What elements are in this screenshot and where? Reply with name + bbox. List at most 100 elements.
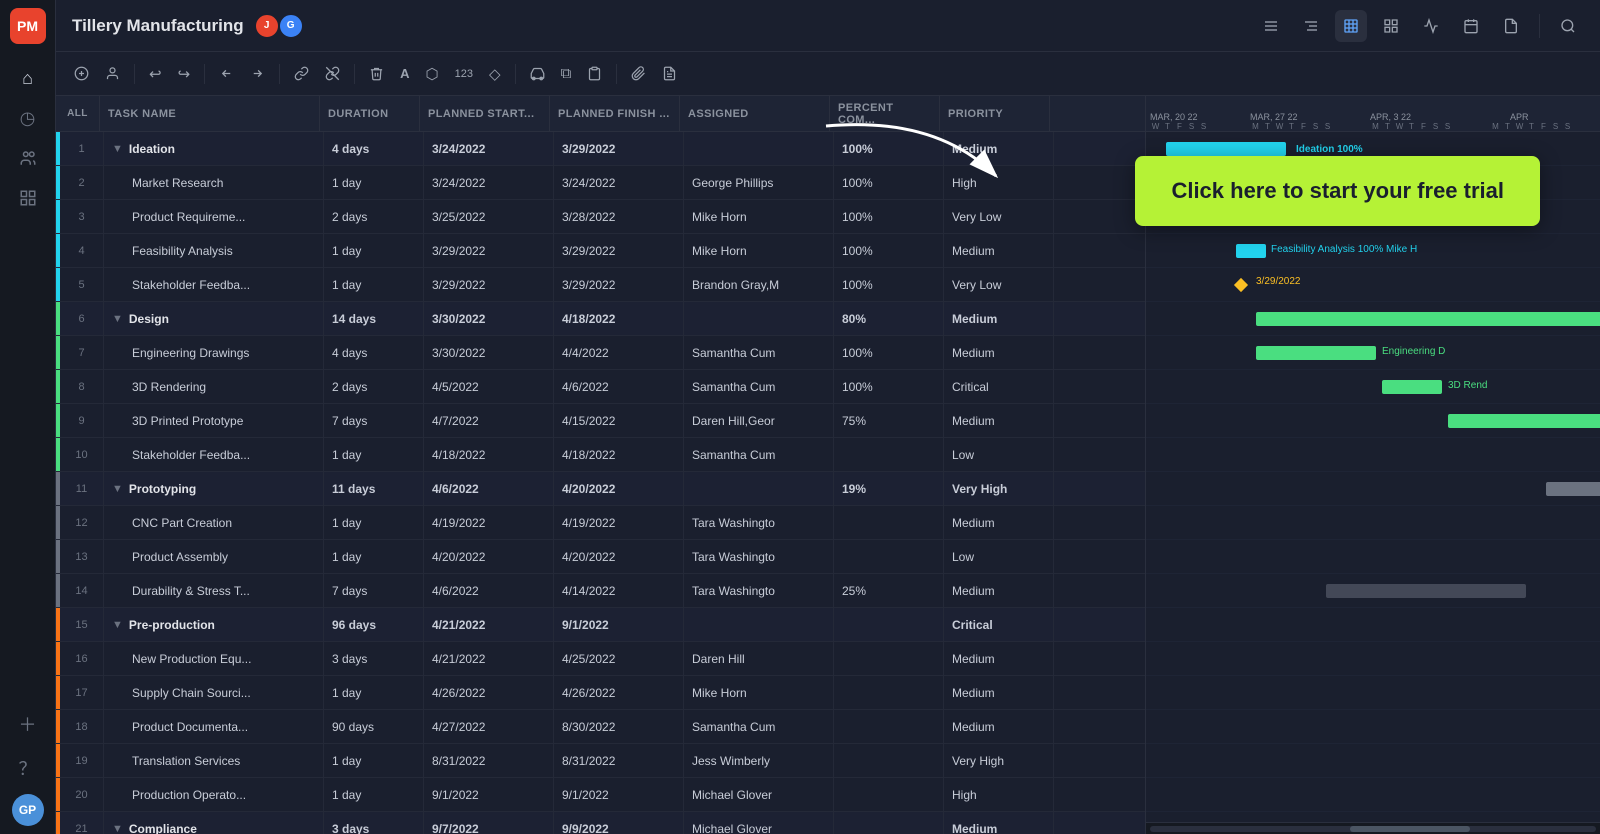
th-task[interactable]: TASK NAME — [100, 96, 320, 131]
row-priority: Medium — [944, 506, 1054, 539]
sidebar-item-home[interactable]: ⌂ — [10, 60, 46, 96]
avatar-user1[interactable]: J — [254, 13, 280, 39]
row-num: 5 — [60, 268, 104, 301]
row-assigned: Samantha Cum — [684, 370, 834, 403]
app-logo[interactable]: PM — [10, 8, 46, 44]
row-num: 17 — [60, 676, 104, 709]
row-finish: 3/28/2022 — [554, 200, 684, 233]
diamond-btn[interactable]: ◇ — [483, 61, 507, 87]
font-btn[interactable]: A — [394, 62, 415, 85]
row-num: 14 — [60, 574, 104, 607]
table-row[interactable]: 3 Product Requireme... 2 days 3/25/2022 … — [56, 200, 1145, 234]
delete-btn[interactable] — [363, 62, 390, 85]
table-row[interactable]: 2 Market Research 1 day 3/24/2022 3/24/2… — [56, 166, 1145, 200]
add-user-btn[interactable] — [99, 62, 126, 85]
table-row[interactable]: 16 New Production Equ... 3 days 4/21/202… — [56, 642, 1145, 676]
row-task: ▼Prototyping — [104, 472, 324, 505]
link-btn[interactable] — [288, 62, 315, 85]
row-assigned — [684, 302, 834, 335]
horizontal-scrollbar[interactable] — [1146, 822, 1600, 834]
copy-btn[interactable]: ⧉ — [555, 61, 578, 86]
th-priority[interactable]: PRIORITY — [940, 96, 1050, 131]
table-row[interactable]: 13 Product Assembly 1 day 4/20/2022 4/20… — [56, 540, 1145, 574]
number-btn[interactable]: 123 — [449, 64, 479, 84]
table-row[interactable]: 17 Supply Chain Sourci... 1 day 4/26/202… — [56, 676, 1145, 710]
free-trial-banner[interactable]: Click here to start your free trial — [1135, 156, 1540, 226]
undo-btn[interactable]: ↩ — [143, 61, 168, 87]
table-row[interactable]: 7 Engineering Drawings 4 days 3/30/2022 … — [56, 336, 1145, 370]
attach-btn[interactable] — [625, 62, 652, 85]
scrollbar-thumb[interactable] — [1350, 826, 1470, 832]
row-finish: 8/31/2022 — [554, 744, 684, 777]
redo-btn[interactable]: ↪ — [172, 61, 197, 87]
sidebar-item-team[interactable] — [10, 140, 46, 176]
row-duration: 90 days — [324, 710, 424, 743]
row-num: 21 — [60, 812, 104, 834]
row-start: 3/30/2022 — [424, 302, 554, 335]
th-duration[interactable]: DURATION — [320, 96, 420, 131]
table-view-btn[interactable] — [1335, 10, 1367, 42]
row-start: 9/7/2022 — [424, 812, 554, 834]
table-row[interactable]: 8 3D Rendering 2 days 4/5/2022 4/6/2022 … — [56, 370, 1145, 404]
doc-view-btn[interactable] — [1495, 10, 1527, 42]
table-row[interactable]: 9 3D Printed Prototype 7 days 4/7/2022 4… — [56, 404, 1145, 438]
table-row[interactable]: 6 ▼Design 14 days 3/30/2022 4/18/2022 80… — [56, 302, 1145, 336]
table-row[interactable]: 20 Production Operato... 1 day 9/1/2022 … — [56, 778, 1145, 812]
user-avatar[interactable]: GP — [12, 794, 44, 826]
sidebar-item-help[interactable]: ？ — [10, 750, 46, 786]
row-percent: 80% — [834, 302, 944, 335]
search-btn[interactable] — [1552, 10, 1584, 42]
sidebar-item-recent[interactable]: ◷ — [10, 100, 46, 136]
chart-view-btn[interactable] — [1415, 10, 1447, 42]
row-finish: 4/20/2022 — [554, 540, 684, 573]
table-row[interactable]: 10 Stakeholder Feedba... 1 day 4/18/2022… — [56, 438, 1145, 472]
toolbar-sep-2 — [204, 64, 205, 84]
paste-btn[interactable] — [581, 62, 608, 85]
calendar-view-btn[interactable] — [1455, 10, 1487, 42]
row-task: ▼Ideation — [104, 132, 324, 165]
table-row[interactable]: 18 Product Documenta... 90 days 4/27/202… — [56, 710, 1145, 744]
table-row[interactable]: 14 Durability & Stress T... 7 days 4/6/2… — [56, 574, 1145, 608]
cut-btn[interactable] — [524, 62, 551, 85]
th-all[interactable]: ALL — [56, 96, 100, 131]
gantt-view-btn[interactable] — [1295, 10, 1327, 42]
outdent-btn[interactable] — [213, 62, 240, 85]
table-row[interactable]: 15 ▼Pre-production 96 days 4/21/2022 9/1… — [56, 608, 1145, 642]
gantt-header: MAR, 20 22 W T F S S MAR, 27 22 M — [1146, 96, 1600, 132]
row-duration: 3 days — [324, 642, 424, 675]
note-btn[interactable] — [656, 62, 683, 85]
row-finish: 3/29/2022 — [554, 268, 684, 301]
list-view-btn[interactable] — [1255, 10, 1287, 42]
table-row[interactable]: 11 ▼Prototyping 11 days 4/6/2022 4/20/20… — [56, 472, 1145, 506]
row-task: Translation Services — [104, 744, 324, 777]
indent-btn[interactable] — [244, 62, 271, 85]
table-row[interactable]: 21 ▼Compliance 3 days 9/7/2022 9/9/2022 … — [56, 812, 1145, 834]
row-num: 12 — [60, 506, 104, 539]
add-task-btn[interactable] — [68, 62, 95, 85]
row-start: 3/30/2022 — [424, 336, 554, 369]
shape-btn[interactable]: ⬡ — [420, 61, 445, 87]
row-task: 3D Rendering — [104, 370, 324, 403]
unlink-btn[interactable] — [319, 62, 346, 85]
table-row[interactable]: 12 CNC Part Creation 1 day 4/19/2022 4/1… — [56, 506, 1145, 540]
th-percent[interactable]: PERCENT COM... — [830, 96, 940, 131]
avatar-user2[interactable]: G — [278, 13, 304, 39]
th-start[interactable]: PLANNED START... — [420, 96, 550, 131]
gantt-row-14 — [1146, 574, 1600, 608]
secondary-toolbar: ↩ ↪ — [56, 52, 1600, 96]
row-priority: Medium — [944, 574, 1054, 607]
row-num: 15 — [60, 608, 104, 641]
th-finish[interactable]: PLANNED FINISH ... — [550, 96, 680, 131]
row-finish: 4/18/2022 — [554, 438, 684, 471]
table-row[interactable]: 5 Stakeholder Feedba... 1 day 3/29/2022 … — [56, 268, 1145, 302]
row-task: Stakeholder Feedba... — [104, 268, 324, 301]
board-view-btn[interactable] — [1375, 10, 1407, 42]
sidebar-item-projects[interactable] — [10, 180, 46, 216]
th-assigned[interactable]: ASSIGNED — [680, 96, 830, 131]
table-row[interactable]: 4 Feasibility Analysis 1 day 3/29/2022 3… — [56, 234, 1145, 268]
table-row[interactable]: 19 Translation Services 1 day 8/31/2022 … — [56, 744, 1145, 778]
table-row[interactable]: 1 ▼Ideation 4 days 3/24/2022 3/29/2022 1… — [56, 132, 1145, 166]
sidebar-item-add[interactable]: ＋ — [10, 706, 46, 742]
header-toolbar — [1255, 10, 1584, 42]
row-percent — [834, 676, 944, 709]
